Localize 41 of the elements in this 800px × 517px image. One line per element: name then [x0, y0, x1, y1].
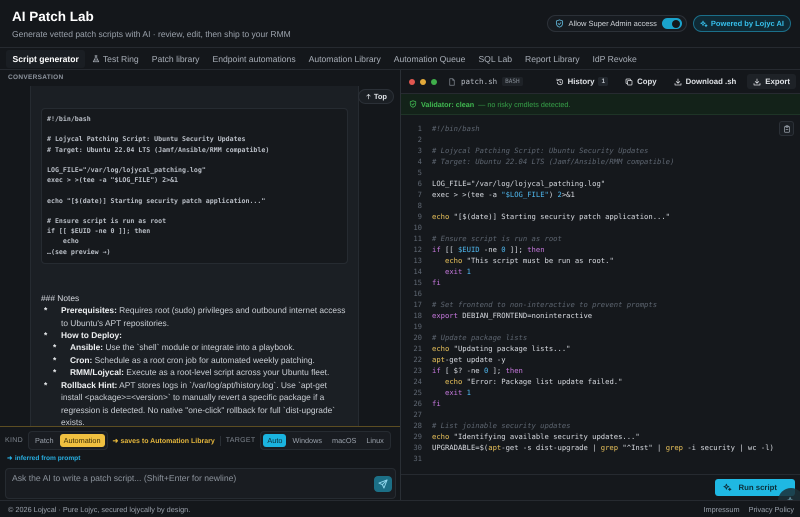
note-text: Cron: Schedule as a root cron job for automated weekly patching. — [70, 354, 315, 366]
nav-tab[interactable]: Endpoint automations — [206, 50, 302, 68]
maximize-dot[interactable] — [431, 78, 437, 84]
download-icon — [674, 78, 682, 86]
send-button[interactable] — [374, 476, 392, 492]
app-title: AI Patch Lab — [12, 8, 95, 24]
nav-tab[interactable]: Test Ring — [85, 50, 146, 68]
minimize-dot[interactable] — [420, 78, 426, 84]
file-icon — [448, 78, 456, 86]
bullet-marker: * — [52, 366, 58, 379]
bullet-marker: * — [43, 304, 48, 318]
note-text: How to Deploy: — [61, 329, 122, 342]
nav-tab[interactable]: Automation Queue — [387, 50, 472, 68]
note-text: Rollback Hint: APT stores logs in `/var/log/apt/history.log`. Use `apt-get install <package>=<version>` to manually revert a specific package if a regression is detected. No native "one-click" rollback for full `dist-upgrade` exists. — [61, 378, 336, 426]
note-text: RMM/Lojycal: Execute as a root-level script across your Ubuntu fleet. — [70, 366, 330, 379]
copy-icon — [625, 78, 634, 86]
bullet-marker: * — [43, 378, 48, 392]
arrow-up-icon — [364, 93, 372, 100]
clipboard-icon — [782, 124, 790, 132]
shield-check-icon — [409, 100, 417, 108]
notes-heading: ### Notes — [41, 292, 80, 304]
download-icon — [753, 78, 762, 86]
send-icon — [378, 479, 388, 489]
bullet-marker: * — [43, 329, 48, 342]
app-subtitle: Generate vetted patch scripts with AI · review, edit, then ship to your RMM — [12, 28, 291, 38]
nav-tab[interactable]: Automation Library — [302, 50, 388, 68]
history-icon — [556, 78, 564, 86]
close-dot[interactable] — [409, 78, 415, 84]
nav-tab[interactable]: SQL Lab — [472, 50, 519, 68]
shield-icon — [554, 19, 564, 28]
prompt-field[interactable]: Ask the AI to write a patch script... (Shift+Enter for newline) — [5, 468, 396, 499]
note-text: Prerequisites: Requires root (sudo) privileges and outbound internet access to Ubuntu's APT repositories. — [61, 304, 346, 330]
nav-tab[interactable]: Patch library — [145, 50, 206, 68]
nav-tab[interactable]: Report Library — [518, 50, 586, 68]
bullet-marker: * — [52, 341, 58, 354]
nav-tab[interactable]: IdP Revoke — [586, 50, 644, 68]
note-text: Ansible: Use the `shell` module or integrate into a playbook. — [70, 341, 295, 354]
admin-toggle[interactable] — [662, 18, 682, 29]
copy-code-button[interactable] — [779, 121, 794, 136]
nav-tab[interactable]: Script generator — [6, 50, 86, 68]
bullet-marker: * — [52, 354, 58, 366]
